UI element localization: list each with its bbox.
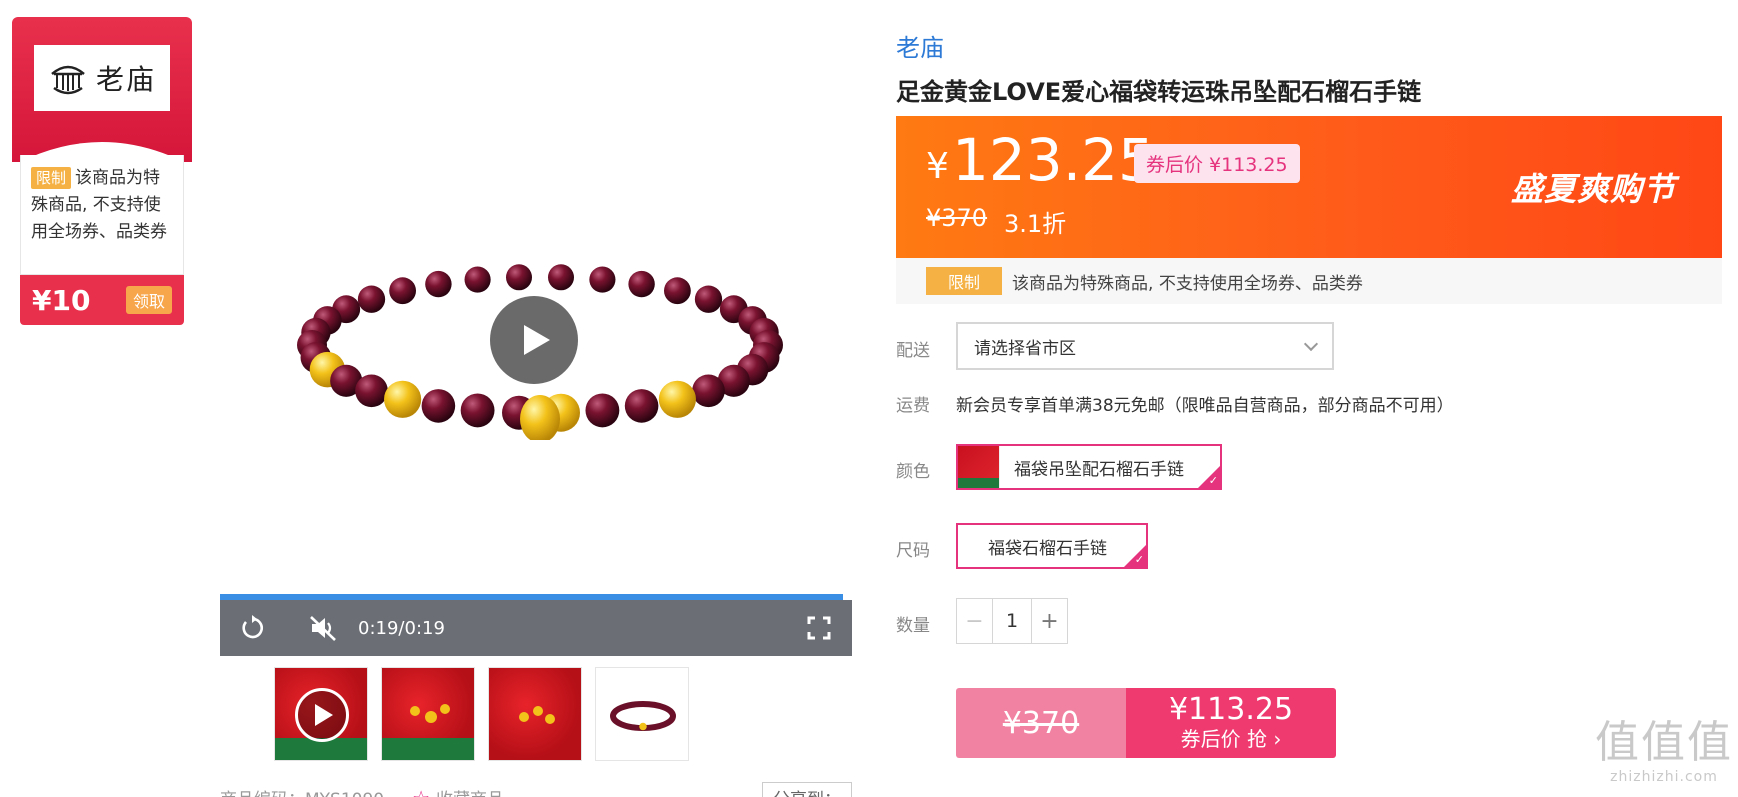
- color-swatch-image: [958, 446, 1000, 488]
- size-option[interactable]: 福袋石榴石手链 ✓: [956, 523, 1148, 569]
- product-title: 足金黄金LOVE爱心福袋转运珠吊坠配石榴石手链: [896, 78, 1422, 106]
- thumbnail-image[interactable]: [595, 667, 689, 761]
- garnet-bead: [624, 389, 659, 423]
- restriction-text: 该商品为特殊商品, 不支持使用全场券、品类券: [1012, 273, 1363, 294]
- color-option-label: 福袋吊坠配石榴石手链: [1014, 459, 1184, 480]
- after-coupon-price: 券后价 ¥113.25: [1134, 144, 1300, 183]
- replay-icon[interactable]: [238, 613, 268, 643]
- decrease-button[interactable]: −: [957, 599, 993, 643]
- garnet-bead: [357, 285, 386, 313]
- garnet-bead: [421, 389, 456, 423]
- temple-icon: [51, 65, 85, 95]
- check-icon: ✓: [1134, 553, 1144, 566]
- play-button[interactable]: [490, 296, 578, 384]
- gold-bead: [384, 380, 422, 418]
- delivery-label: 配送: [896, 341, 930, 361]
- product-code: 商品编码：MYS1090: [220, 785, 384, 797]
- garnet-bead: [355, 374, 388, 408]
- watermark-url: zhizhizhi.com: [1610, 769, 1718, 785]
- quantity-label: 数量: [896, 616, 930, 636]
- restriction-tag: 限制: [926, 267, 1003, 295]
- video-time: 0:19/0:19: [358, 617, 445, 639]
- garnet-bead: [464, 266, 491, 293]
- mute-icon[interactable]: [308, 613, 338, 643]
- coupon-strip[interactable]: ¥10 领取: [20, 275, 184, 325]
- quantity-value[interactable]: 1: [993, 599, 1031, 643]
- star-icon: ☆: [412, 786, 430, 797]
- gold-beads-image: [519, 706, 555, 724]
- quantity-stepper: − 1 +: [956, 598, 1068, 644]
- thumbnail-strip: [274, 667, 689, 761]
- collect-label: 收藏商品: [436, 785, 504, 797]
- color-label: 颜色: [896, 462, 930, 482]
- thumbnail-image[interactable]: [488, 667, 582, 761]
- thumbnail-banner: [382, 738, 474, 760]
- color-option[interactable]: 福袋吊坠配石榴石手链 ✓: [956, 444, 1222, 490]
- coupon-value: ¥10: [32, 283, 91, 317]
- garnet-bead: [505, 264, 533, 291]
- shipping-label: 运费: [896, 396, 930, 416]
- shipping-text: 新会员专享首单满38元免邮（限唯品自营商品，部分商品不可用）: [956, 396, 1454, 416]
- restriction-notice: 限制 该商品为特殊商品, 不支持使用全场券、品类券: [896, 258, 1722, 304]
- size-option-label: 福袋石榴石手链: [988, 538, 1107, 559]
- play-icon: [524, 325, 550, 355]
- region-select-value: 请选择省市区: [974, 338, 1076, 359]
- thumbnail-image[interactable]: [381, 667, 475, 761]
- original-price: ¥370: [926, 204, 988, 232]
- watermark-logo: 值值值: [1595, 717, 1733, 768]
- badge-header: 老庙: [12, 17, 192, 162]
- increase-button[interactable]: +: [1031, 599, 1067, 643]
- garnet-bead: [585, 393, 620, 428]
- video-controls: 0:19/0:19: [220, 600, 852, 656]
- badge-notice: 限制 该商品为特殊商品, 不支持使用全场券、品类券: [20, 155, 184, 275]
- discount-rate: 3.1折: [1004, 210, 1067, 238]
- garnet-bead: [425, 270, 452, 298]
- thumbnail-play-icon: [295, 688, 349, 742]
- buy-cta-label: 券后价 抢 ›: [1180, 727, 1282, 751]
- brand-badge: 老庙 限制 该商品为特殊商品, 不支持使用全场券、品类券 ¥10 领取: [12, 17, 192, 325]
- restriction-tag: 限制: [31, 167, 72, 189]
- garnet-bead: [460, 393, 495, 428]
- check-icon: ✓: [1208, 474, 1218, 487]
- festival-title: 盛夏爽购节: [1510, 170, 1676, 208]
- size-label: 尺码: [896, 541, 930, 561]
- collect-button[interactable]: ☆ 收藏商品: [412, 785, 504, 797]
- region-select[interactable]: 请选择省市区: [956, 322, 1334, 370]
- media-footer: 商品编码：MYS1090 ☆ 收藏商品 分享到：: [220, 782, 852, 797]
- share-button[interactable]: 分享到：: [762, 782, 852, 797]
- garnet-bead: [694, 285, 723, 313]
- current-price: 123.25: [952, 126, 1155, 194]
- fullscreen-icon[interactable]: [804, 613, 834, 643]
- buy-now-button[interactable]: ¥113.25 券后价 抢 ›: [1126, 688, 1336, 758]
- buy-button[interactable]: ¥370 ¥113.25 券后价 抢 ›: [956, 688, 1336, 758]
- garnet-bead: [692, 374, 725, 408]
- brand-link[interactable]: 老庙: [896, 28, 944, 63]
- gold-bead: [658, 380, 696, 418]
- thumbnail-video[interactable]: [274, 667, 368, 761]
- product-video[interactable]: [220, 10, 852, 600]
- site-watermark: 值值值 zhizhizhi.com: [1590, 718, 1738, 786]
- buy-original-price: ¥370: [956, 688, 1126, 758]
- garnet-bead: [628, 270, 655, 298]
- garnet-bead: [547, 264, 575, 291]
- price-banner: ¥ 123.25 券后价 ¥113.25 ¥370 3.1折 盛夏爽购节: [896, 116, 1722, 258]
- bracelet-thumbnail: [610, 701, 676, 731]
- gold-beads-image: [410, 704, 450, 723]
- currency-symbol: ¥: [926, 146, 949, 187]
- garnet-bead: [389, 277, 417, 305]
- brand-logo: 老庙: [34, 45, 170, 111]
- buy-price: ¥113.25: [1168, 692, 1294, 727]
- garnet-bead: [589, 266, 616, 293]
- chevron-down-icon: [1303, 336, 1319, 352]
- claim-coupon-button[interactable]: 领取: [125, 286, 172, 314]
- brand-logo-text: 老庙: [95, 63, 156, 96]
- garnet-bead: [663, 277, 691, 305]
